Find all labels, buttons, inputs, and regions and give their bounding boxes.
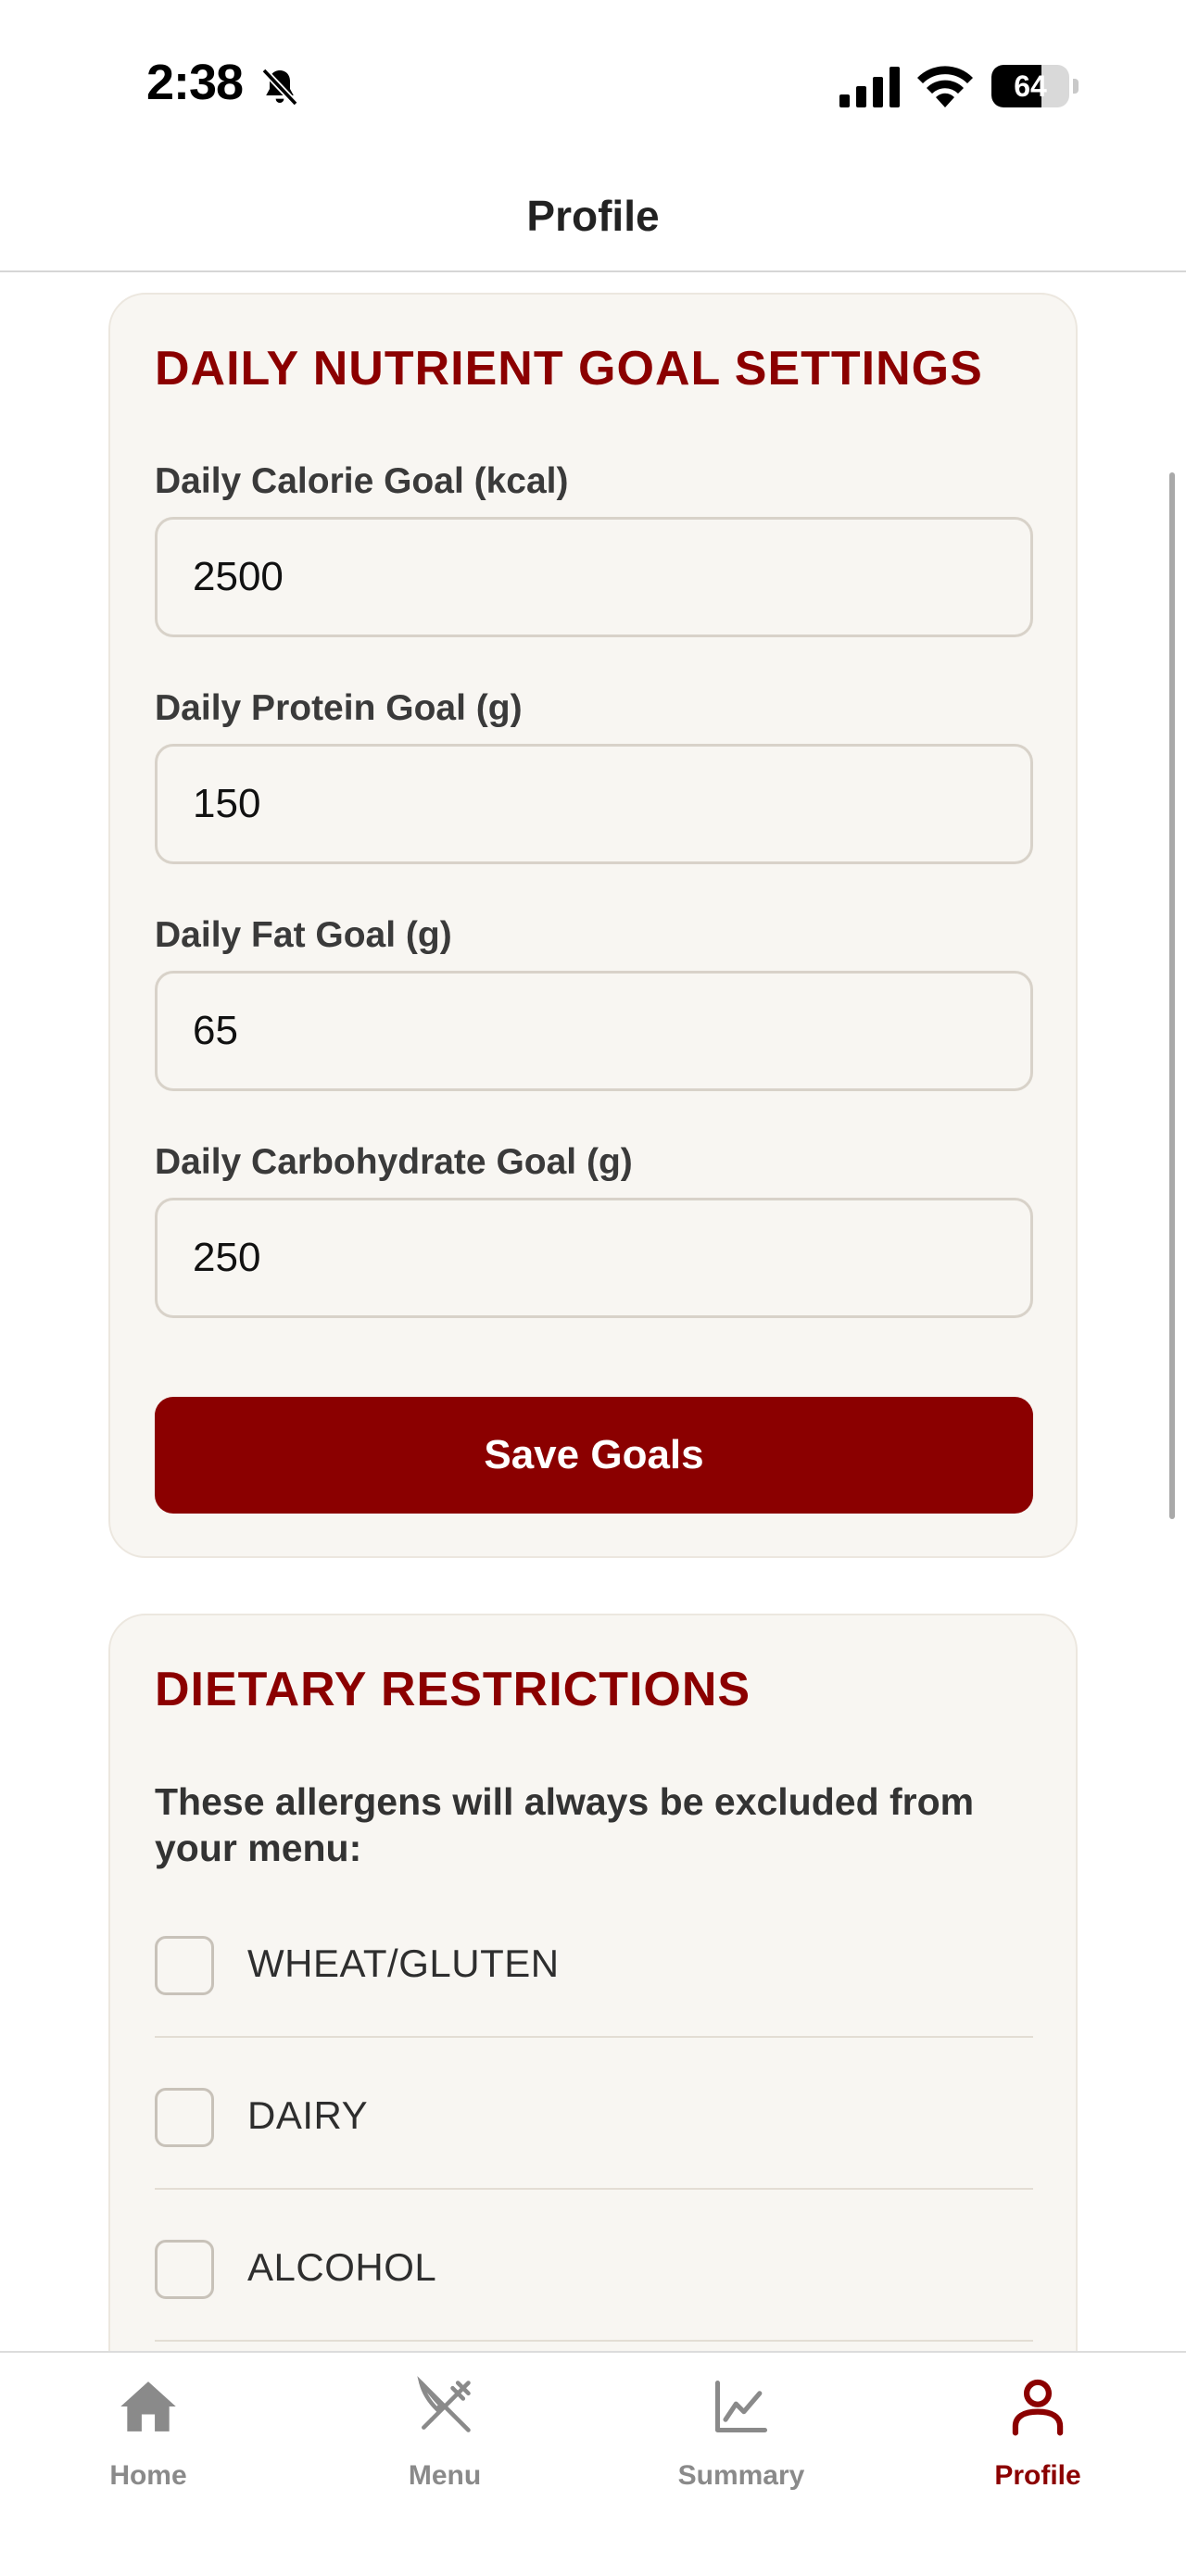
tab-summary[interactable]: Summary	[593, 2353, 890, 2576]
save-goals-button[interactable]: Save Goals	[155, 1397, 1033, 1514]
profile-scroll-area[interactable]: DAILY NUTRIENT GOAL SETTINGS Daily Calor…	[0, 274, 1186, 2351]
protein-goal-input[interactable]	[155, 744, 1033, 864]
fat-goal-label: Daily Fat Goal (g)	[155, 915, 452, 955]
nutrient-goals-card: DAILY NUTRIENT GOAL SETTINGS Daily Calor…	[108, 293, 1078, 1558]
carbohydrate-goal-input[interactable]	[155, 1198, 1033, 1318]
wifi-icon	[917, 66, 973, 107]
cellular-signal-icon	[839, 67, 900, 107]
status-bar: 2:38 64	[0, 0, 1186, 157]
nutrient-goals-title: DAILY NUTRIENT GOAL SETTINGS	[155, 342, 983, 396]
app-header: Profile	[0, 157, 1186, 272]
dairy-checkbox[interactable]	[155, 2088, 214, 2147]
tab-summary-label: Summary	[677, 2460, 805, 2491]
calorie-goal-input[interactable]	[155, 517, 1033, 637]
calorie-goal-label: Daily Calorie Goal (kcal)	[155, 461, 569, 501]
dietary-restrictions-card: DIETARY RESTRICTIONS These allergens wil…	[108, 1614, 1078, 2351]
protein-goal-label: Daily Protein Goal (g)	[155, 688, 523, 728]
tab-home[interactable]: Home	[0, 2353, 296, 2576]
tab-menu-label: Menu	[408, 2460, 482, 2491]
fat-goal-input[interactable]	[155, 971, 1033, 1091]
allergen-label: DAIRY	[247, 2093, 369, 2137]
page-title: Profile	[526, 192, 660, 240]
chart-icon	[714, 2380, 768, 2433]
bell-muted-icon	[261, 68, 298, 107]
dietary-restrictions-description: These allergens will always be excluded …	[155, 1780, 975, 1869]
dietary-restrictions-title: DIETARY RESTRICTIONS	[155, 1663, 751, 1716]
status-time: 2:38	[146, 55, 244, 110]
tab-profile-label: Profile	[994, 2460, 1081, 2491]
tab-home-label: Home	[109, 2460, 187, 2491]
allergen-row-dairy[interactable]: DAIRY	[155, 2038, 1033, 2190]
allergen-label: ALCOHOL	[247, 2245, 437, 2289]
wheat-gluten-checkbox[interactable]	[155, 1936, 214, 1995]
fork-knife-icon	[417, 2376, 471, 2432]
alcohol-checkbox[interactable]	[155, 2240, 214, 2299]
carbohydrate-goal-label: Daily Carbohydrate Goal (g)	[155, 1142, 633, 1182]
scrollbar[interactable]	[1169, 472, 1175, 1519]
tab-menu[interactable]: Menu	[296, 2353, 593, 2576]
home-icon	[120, 2381, 176, 2431]
tab-bar: Home Menu Summary Profile	[0, 2351, 1186, 2576]
allergen-label: WHEAT/GLUTEN	[247, 1941, 560, 1985]
allergen-row-wheat-gluten[interactable]: WHEAT/GLUTEN	[155, 1886, 1033, 2038]
person-icon	[1012, 2379, 1064, 2436]
allergen-row-alcohol[interactable]: ALCOHOL	[155, 2190, 1033, 2342]
battery-level: 64	[1014, 69, 1047, 103]
battery-icon: 64	[991, 65, 1079, 107]
tab-profile[interactable]: Profile	[890, 2353, 1186, 2576]
